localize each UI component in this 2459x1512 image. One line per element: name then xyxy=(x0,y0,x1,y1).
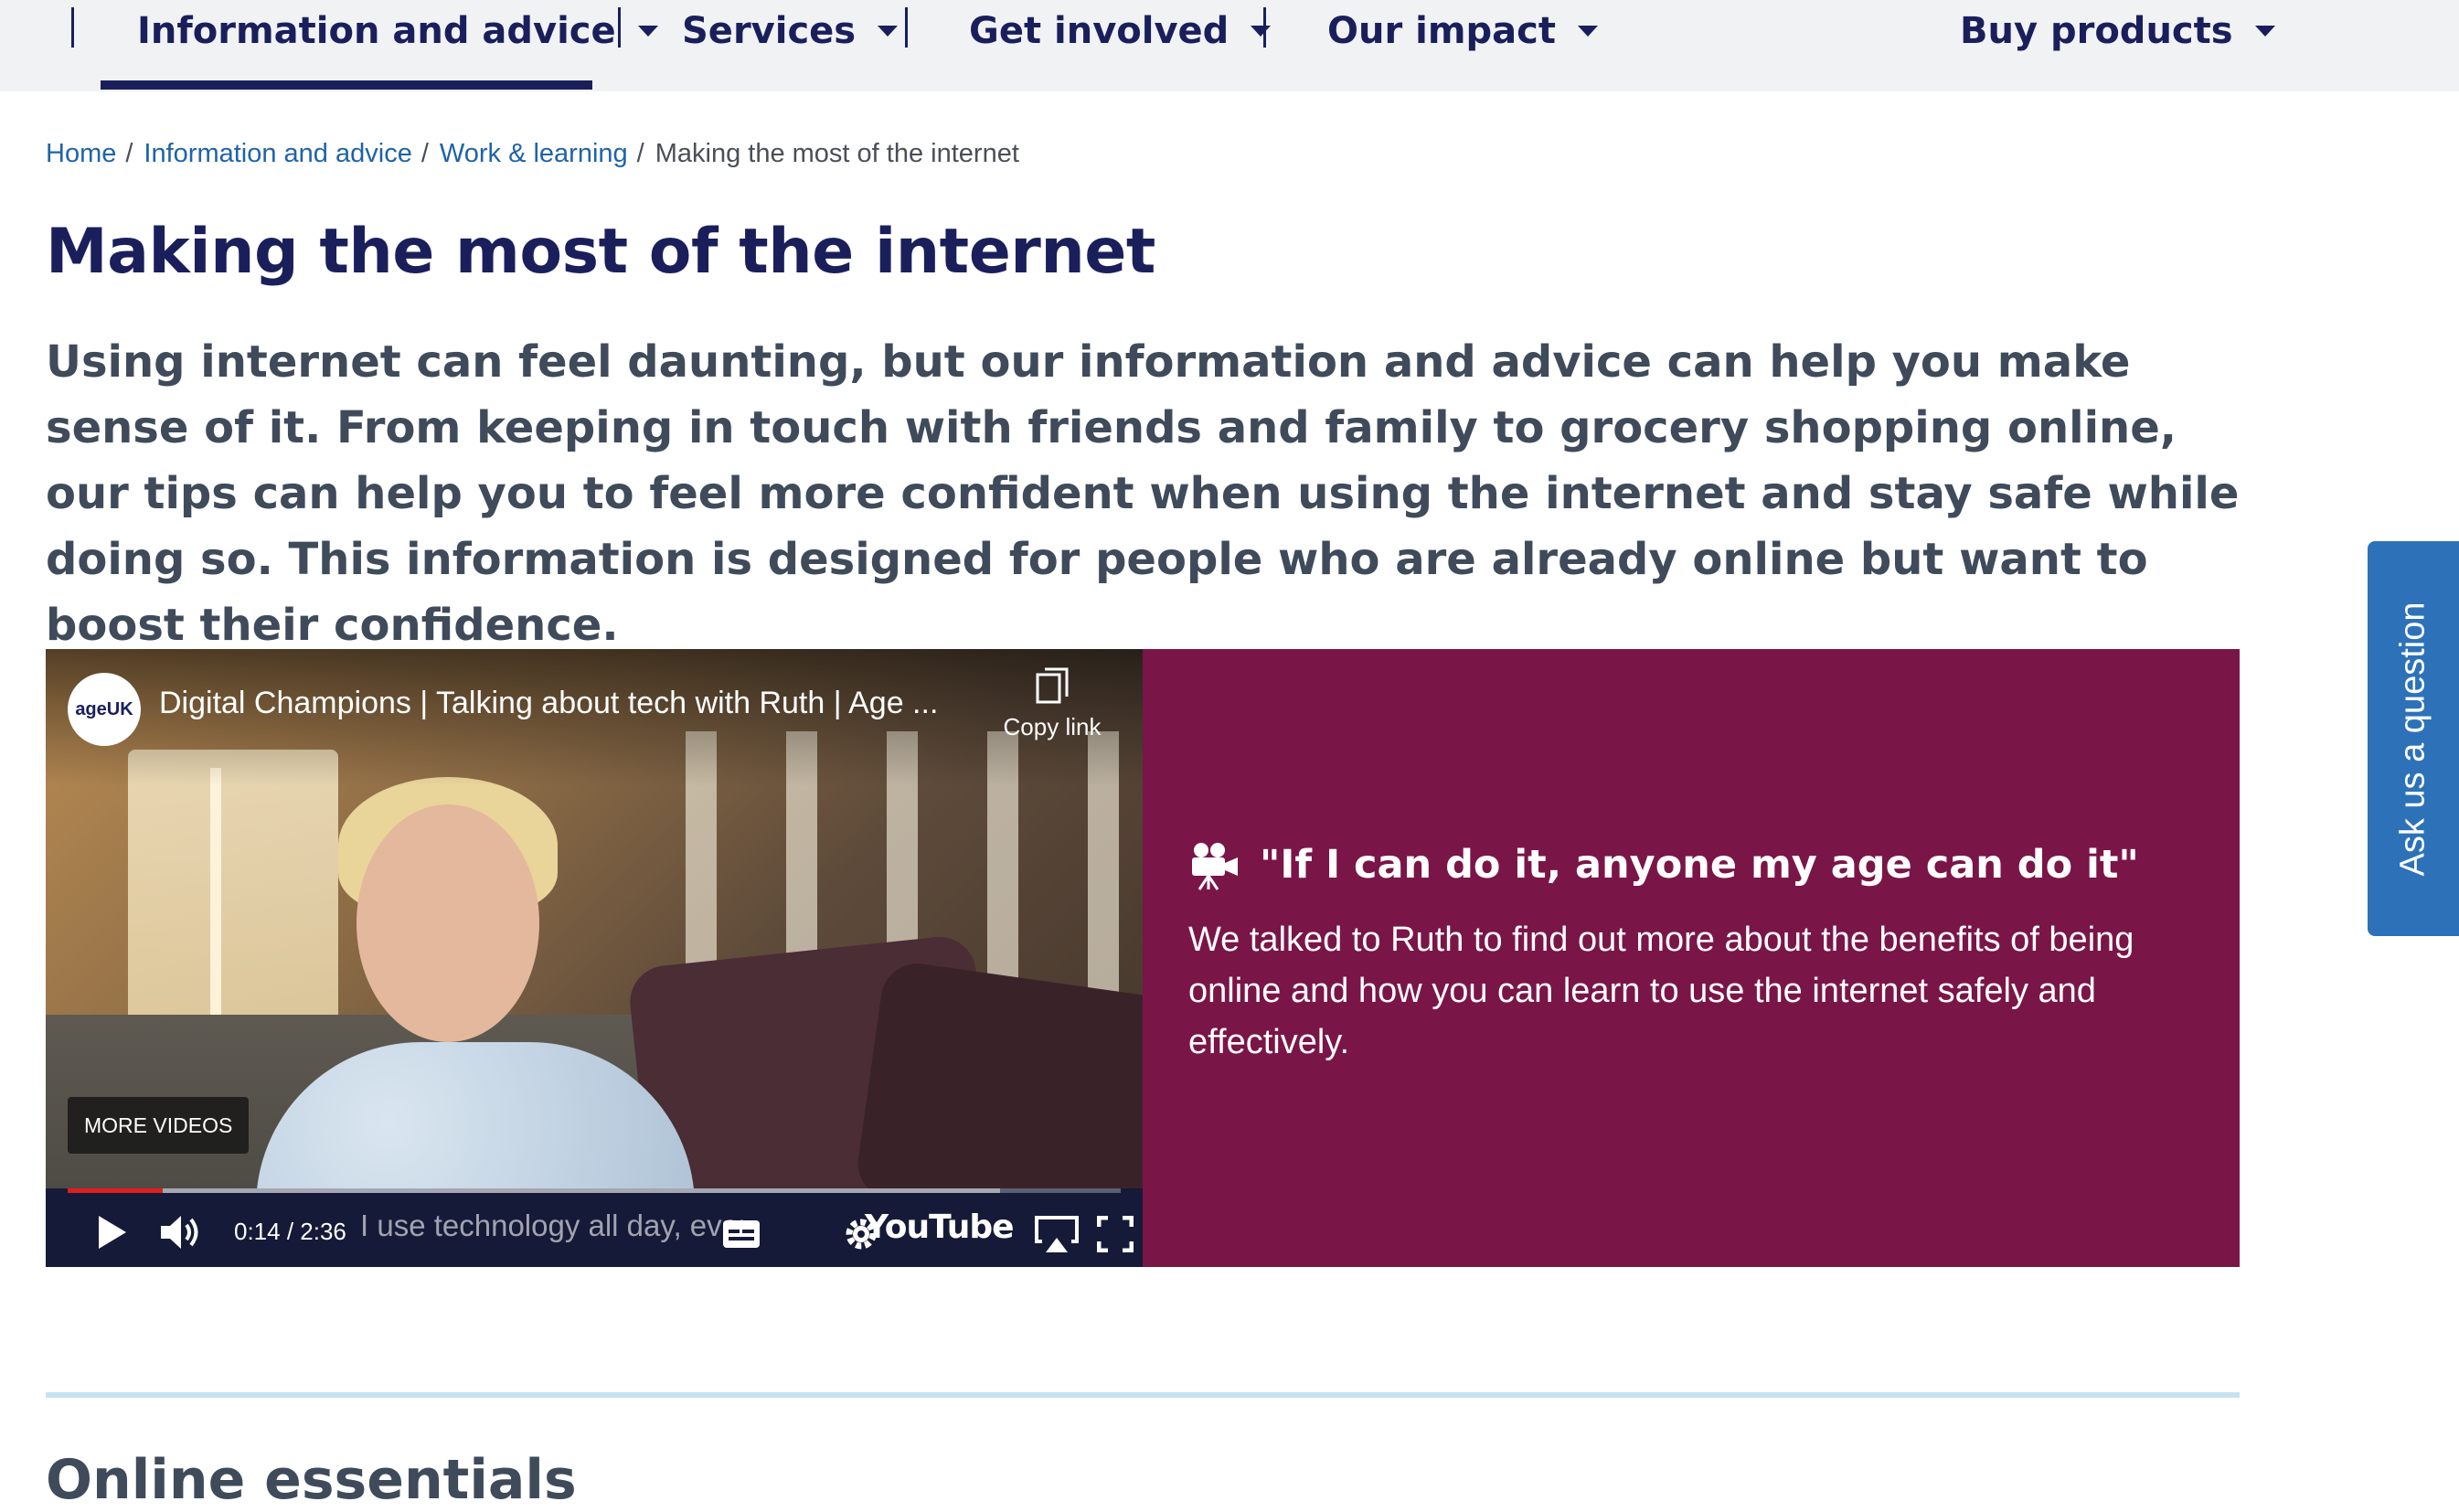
ask-us-a-question-tab[interactable]: Ask us a question xyxy=(2368,541,2459,936)
play-icon[interactable] xyxy=(95,1214,128,1251)
intro-paragraph: Using internet can feel daunting, but ou… xyxy=(46,336,2240,651)
chevron-down-icon xyxy=(1251,26,1272,37)
fullscreen-icon[interactable] xyxy=(1097,1216,1134,1252)
youtube-logo[interactable]: YouTube xyxy=(865,1209,1015,1246)
breadcrumb-link-home[interactable]: Home xyxy=(46,139,116,169)
chevron-down-icon xyxy=(2254,26,2275,37)
copy-link-label: Copy link xyxy=(1003,713,1102,740)
video-frame-person-face xyxy=(357,804,539,1042)
video-caption-text: I use technology all day, every day xyxy=(360,1209,744,1242)
section-divider xyxy=(46,1392,2240,1398)
breadcrumb-separator: / xyxy=(420,139,429,168)
nav-item-label: Buy products xyxy=(1960,10,2233,52)
video-time: 0:14 / 2:36 xyxy=(234,1218,346,1245)
nav-item-label: Information and advice xyxy=(137,10,616,52)
nav-item-get-involved[interactable]: Get involved xyxy=(969,0,1272,62)
channel-logo[interactable]: ageUK xyxy=(68,673,141,746)
video-progress-buffered xyxy=(68,1188,1000,1193)
page-title: Making the most of the internet xyxy=(46,216,1155,288)
copy-link-button[interactable]: Copy link xyxy=(993,667,1112,741)
nav-separator xyxy=(1263,7,1266,48)
subtitles-icon[interactable] xyxy=(722,1219,761,1249)
main-navigation: Information and advice Services Get invo… xyxy=(0,0,2459,91)
nav-separator xyxy=(71,7,74,48)
volume-icon[interactable] xyxy=(159,1214,203,1251)
video-title[interactable]: Digital Champions | Talking about tech w… xyxy=(159,686,1037,721)
nav-separator xyxy=(618,7,621,48)
video-progress-bar[interactable] xyxy=(68,1188,1121,1193)
breadcrumb-link-information-and-advice[interactable]: Information and advice xyxy=(144,139,411,169)
channel-logo-text: ageUK xyxy=(75,698,133,719)
breadcrumb: Home / Information and advice / Work & l… xyxy=(46,139,1019,169)
chevron-down-icon xyxy=(1577,26,1598,37)
video-progress-played xyxy=(68,1188,163,1193)
breadcrumb-link-work-and-learning[interactable]: Work & learning xyxy=(440,139,628,169)
nav-item-services[interactable]: Services xyxy=(682,0,899,62)
nav-item-label: Get involved xyxy=(969,10,1230,52)
breadcrumb-separator: / xyxy=(125,139,133,168)
chevron-down-icon xyxy=(637,26,658,37)
quote-heading-text: "If I can do it, anyone my age can do it… xyxy=(1260,842,2139,888)
quote-heading: "If I can do it, anyone my age can do it… xyxy=(1188,839,2139,890)
nav-item-label: Our impact xyxy=(1327,10,1556,52)
ask-us-a-question-label: Ask us a question xyxy=(2393,602,2432,876)
video-player[interactable]: ageUK Digital Champions | Talking about … xyxy=(46,649,1143,1267)
section-title: Online essentials xyxy=(46,1448,577,1512)
more-videos-button[interactable]: MORE VIDEOS xyxy=(68,1097,250,1154)
video-description-panel: "If I can do it, anyone my age can do it… xyxy=(1143,649,2240,1267)
chevron-down-icon xyxy=(878,26,899,37)
nav-item-information-and-advice[interactable]: Information and advice xyxy=(137,0,658,62)
nav-active-indicator xyxy=(101,80,592,90)
nav-separator xyxy=(905,7,908,48)
breadcrumb-separator: / xyxy=(636,139,644,168)
breadcrumb-current: Making the most of the internet xyxy=(655,139,1019,168)
nav-item-buy-products[interactable]: Buy products xyxy=(1960,0,2275,62)
nav-item-label: Services xyxy=(682,10,857,52)
copy-icon xyxy=(1036,667,1069,704)
nav-item-our-impact[interactable]: Our impact xyxy=(1327,0,1598,62)
more-videos-label: MORE VIDEOS xyxy=(84,1113,233,1137)
airplay-icon[interactable] xyxy=(1033,1214,1080,1254)
video-camera-icon xyxy=(1192,843,1238,890)
quote-body: We talked to Ruth to find out more about… xyxy=(1188,921,2134,1061)
